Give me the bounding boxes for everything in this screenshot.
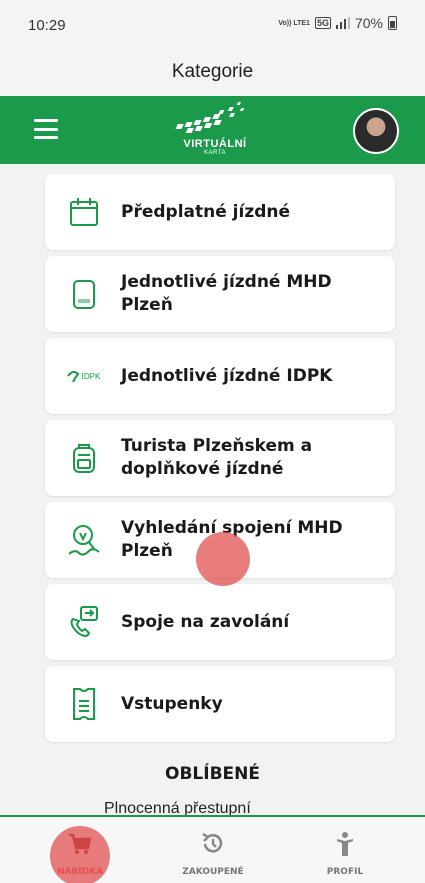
category-label: Předplatné jízdné [121, 201, 291, 222]
status-indicators: Vo)) LTE1 5G 70% [278, 15, 397, 31]
category-item-predplatne[interactable]: Předplatné jízdné [45, 174, 395, 250]
phone-call-icon [67, 605, 101, 639]
category-item-turista[interactable]: Turista Plzeňskem a doplňkové jízdné [45, 420, 395, 496]
logo-text: VIRTUÁLNÍ [183, 138, 247, 150]
idpk-logo-text: IDPK [81, 371, 101, 381]
category-label: Vyhledání spojení MHD Plzeň [121, 518, 343, 561]
title-bar: Kategorie [0, 48, 425, 96]
logo-subtext: KARTA [204, 150, 226, 156]
app-logo: VIRTUÁLNÍ KARTA [175, 100, 255, 160]
network-5g-icon: 5G [314, 17, 331, 29]
person-icon [337, 832, 353, 856]
status-time: 10:29 [28, 17, 66, 34]
nav-label: ZAKOUPENÉ [182, 867, 244, 877]
battery-percent: 70% [354, 15, 383, 31]
nav-item-profil[interactable]: PROFIL [285, 817, 405, 883]
history-icon [202, 832, 223, 853]
category-item-mhd-plzen[interactable]: Jednotlivé jízdné MHD Plzeň [45, 256, 395, 332]
favorites-title: OBLÍBENÉ [165, 764, 260, 784]
status-bar: 10:29 Vo)) LTE1 5G 70% [0, 0, 425, 48]
route-search-icon [67, 523, 101, 557]
volte-icon: Vo)) LTE1 [278, 19, 310, 27]
nav-label: NABÍDKA [56, 867, 104, 877]
category-label: Jednotlivé jízdné IDPK [121, 365, 333, 386]
category-label: Turista Plzeňskem a doplňkové jízdné [121, 436, 313, 479]
app-header: VIRTUÁLNÍ KARTA [0, 96, 425, 164]
avatar[interactable] [353, 108, 399, 154]
category-item-vstupenky[interactable]: Vstupenky [45, 666, 395, 742]
menu-icon[interactable] [34, 119, 58, 139]
nav-item-nabidka[interactable]: NABÍDKA [20, 817, 140, 883]
category-label: Jednotlivé jízdné MHD Plzeň [121, 272, 332, 315]
nav-item-zakoupene[interactable]: ZAKOUPENÉ [153, 817, 273, 883]
nav-label: PROFIL [326, 867, 364, 877]
backpack-icon [67, 441, 101, 475]
category-item-idpk[interactable]: IDPK Jednotlivé jízdné IDPK [45, 338, 395, 414]
category-list: Předplatné jízdné Jednotlivé jízdné MHD … [0, 164, 425, 815]
page-title: Kategorie [171, 61, 254, 82]
category-label: Vstupenky [121, 693, 223, 714]
signal-icon [335, 17, 350, 29]
ticket-card-icon [67, 277, 101, 311]
favorite-item[interactable]: Plnocenná přestupní [104, 800, 251, 815]
category-label: Spoje na zavolání [121, 611, 290, 632]
cart-icon [69, 833, 92, 854]
logo-mark-icon [175, 102, 245, 133]
calendar-icon [67, 195, 101, 229]
category-item-vyhledani[interactable]: Vyhledání spojení MHD Plzeň [45, 502, 395, 578]
entry-ticket-icon [67, 687, 101, 721]
bottom-nav: NABÍDKA ZAKOUPENÉ PROFIL [0, 815, 425, 883]
battery-icon [388, 16, 397, 30]
category-item-spoje-na-zavolani[interactable]: Spoje na zavolání [45, 584, 395, 660]
idpk-logo-icon: IDPK [61, 359, 105, 393]
